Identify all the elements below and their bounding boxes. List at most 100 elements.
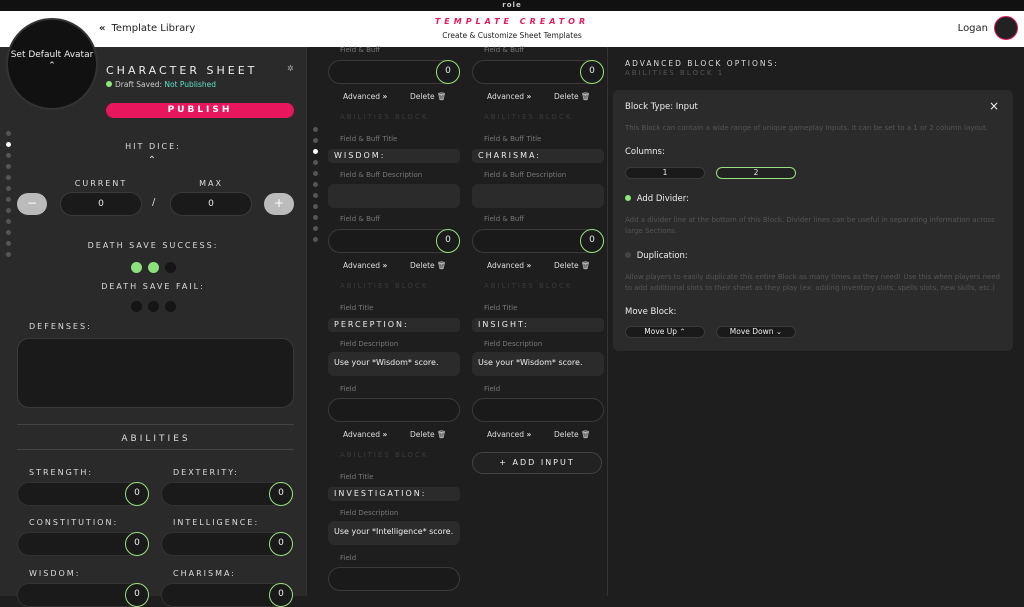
ghost-label: ABILITIES BLOCK <box>484 113 573 121</box>
user-name[interactable]: Logan <box>958 23 988 34</box>
page-subtitle: Create & Customize Sheet Templates <box>442 31 582 40</box>
block-description: This Block can contain a wide range of u… <box>625 124 989 132</box>
block-options-panel: Block Type: Input × This Block can conta… <box>613 90 1013 351</box>
field-label: Field & Buff Title <box>340 135 398 143</box>
minus-button[interactable]: − <box>17 193 47 215</box>
field-input[interactable]: 0 <box>472 229 604 253</box>
ability-label: INTELLIGENCE: <box>173 518 260 527</box>
field-input[interactable] <box>328 567 460 591</box>
field-label: Field & Buff Description <box>484 171 567 179</box>
block-title[interactable]: PERCEPTION: <box>328 318 460 332</box>
field-input[interactable]: 0 <box>328 60 460 84</box>
advanced-button[interactable]: Advanced » <box>487 261 531 270</box>
app-logo: role <box>0 0 1024 11</box>
field-label: Field & Buff Description <box>340 171 423 179</box>
block-title[interactable]: INVESTIGATION: <box>328 487 460 501</box>
chevron-up-icon[interactable]: ⌃ <box>0 155 306 166</box>
publish-button[interactable]: PUBLISH <box>106 103 294 118</box>
ghost-label: ABILITIES BLOCK <box>340 451 429 459</box>
field-input[interactable]: 0 <box>472 60 604 84</box>
default-avatar-button[interactable]: Set Default Avatar ⌃ <box>6 18 98 110</box>
columns-label: Columns: <box>625 147 665 157</box>
death-success-circles[interactable] <box>0 258 306 277</box>
ability-label: DEXTERITY: <box>173 468 239 477</box>
field-label: Field & Buff <box>484 215 525 223</box>
death-fail-circles[interactable] <box>0 297 306 316</box>
ability-label: STRENGTH: <box>29 468 94 477</box>
field-label: Field Title <box>484 304 518 312</box>
ghost-label: ABILITIES BLOCK <box>340 113 429 121</box>
max-input[interactable]: 0 <box>170 192 252 216</box>
header: «Template Library TEMPLATE CREATOR Creat… <box>0 11 1024 47</box>
defenses-textarea[interactable] <box>17 338 294 408</box>
max-label: MAX <box>199 179 223 188</box>
left-column: CHARACTER SHEET ✲ Draft Saved: Not Publi… <box>0 47 306 607</box>
draft-status: Draft Saved: Not Published <box>106 80 216 89</box>
field-label: Field Description <box>484 340 543 348</box>
move-down-button[interactable]: Move Down ⌄ <box>716 326 796 338</box>
delete-button[interactable]: Delete 🗑 <box>554 92 591 101</box>
ability-input[interactable]: 0 <box>17 532 149 556</box>
description-input[interactable] <box>472 184 604 208</box>
advanced-button[interactable]: Advanced » <box>343 92 387 101</box>
field-label: Field Description <box>340 509 399 517</box>
column-1-option[interactable]: 1 <box>625 167 705 179</box>
delete-button[interactable]: Delete 🗑 <box>554 430 591 439</box>
page-title: TEMPLATE CREATOR <box>434 17 590 26</box>
description-input[interactable] <box>328 184 460 208</box>
advanced-button[interactable]: Advanced » <box>487 92 531 101</box>
field-label: Field Title <box>340 304 374 312</box>
field-label: Field Description <box>340 340 399 348</box>
ability-input[interactable]: 0 <box>161 583 293 607</box>
ability-input[interactable]: 0 <box>17 583 149 607</box>
field-label: Field & Buff <box>484 46 525 54</box>
plus-button[interactable]: + <box>264 193 294 215</box>
ability-input[interactable]: 0 <box>161 532 293 556</box>
description-input[interactable]: Use your *Wisdom* score. <box>328 352 460 376</box>
options-heading: ADVANCED BLOCK OPTIONS: <box>625 59 779 68</box>
add-divider-toggle[interactable]: Add Divider: <box>625 194 689 204</box>
field-input[interactable] <box>472 398 604 422</box>
death-save-success-label: DEATH SAVE SUCCESS: <box>87 241 219 250</box>
field-label: Field <box>484 385 501 393</box>
field-input[interactable]: 0 <box>328 229 460 253</box>
field-input[interactable] <box>328 398 460 422</box>
duplication-toggle[interactable]: Duplication: <box>625 251 688 261</box>
current-input[interactable]: 0 <box>60 192 142 216</box>
field-label: Field & Buff <box>340 46 381 54</box>
delete-button[interactable]: Delete 🗑 <box>410 261 447 270</box>
scroll-dots[interactable] <box>313 127 319 248</box>
ability-label: CONSTITUTION: <box>29 518 119 527</box>
delete-button[interactable]: Delete 🗑 <box>554 261 591 270</box>
advanced-button[interactable]: Advanced » <box>487 430 531 439</box>
gear-icon[interactable]: ✲ <box>287 64 294 73</box>
avatar-label: Set Default Avatar <box>10 50 94 60</box>
divider-description: Add a divider line at the bottom of this… <box>625 216 995 235</box>
delete-button[interactable]: Delete 🗑 <box>410 430 447 439</box>
ghost-label: ABILITIES BLOCK <box>340 282 429 290</box>
advanced-button[interactable]: Advanced » <box>343 430 387 439</box>
hit-dice-label: HIT DICE: <box>125 142 181 151</box>
advanced-button[interactable]: Advanced » <box>343 261 387 270</box>
delete-button[interactable]: Delete 🗑 <box>410 92 447 101</box>
block-title[interactable]: INSIGHT: <box>472 318 604 332</box>
block-title[interactable]: WISDOM: <box>328 149 460 163</box>
description-input[interactable]: Use your *Intelligence* score. <box>328 521 460 545</box>
block-title[interactable]: CHARISMA: <box>472 149 604 163</box>
divider <box>17 424 294 425</box>
duplication-description: Allow players to easily duplicate this e… <box>625 273 1001 292</box>
user-avatar[interactable] <box>994 16 1018 40</box>
abilities-title: ABILITIES <box>121 434 191 444</box>
ghost-label: ABILITIES BLOCK <box>484 282 573 290</box>
field-label: Field <box>340 554 357 562</box>
options-subheading: ABILITIES BLOCK 1 <box>625 69 725 77</box>
ability-input[interactable]: 0 <box>161 482 293 506</box>
ability-input[interactable]: 0 <box>17 482 149 506</box>
field-label: Field <box>340 385 357 393</box>
description-input[interactable]: Use your *Wisdom* score. <box>472 352 604 376</box>
move-up-button[interactable]: Move Up ⌃ <box>625 326 705 338</box>
field-label: Field Title <box>340 473 374 481</box>
add-input-button[interactable]: + ADD INPUT <box>472 452 602 474</box>
close-icon[interactable]: × <box>989 99 999 113</box>
column-2-option[interactable]: 2 <box>716 167 796 179</box>
